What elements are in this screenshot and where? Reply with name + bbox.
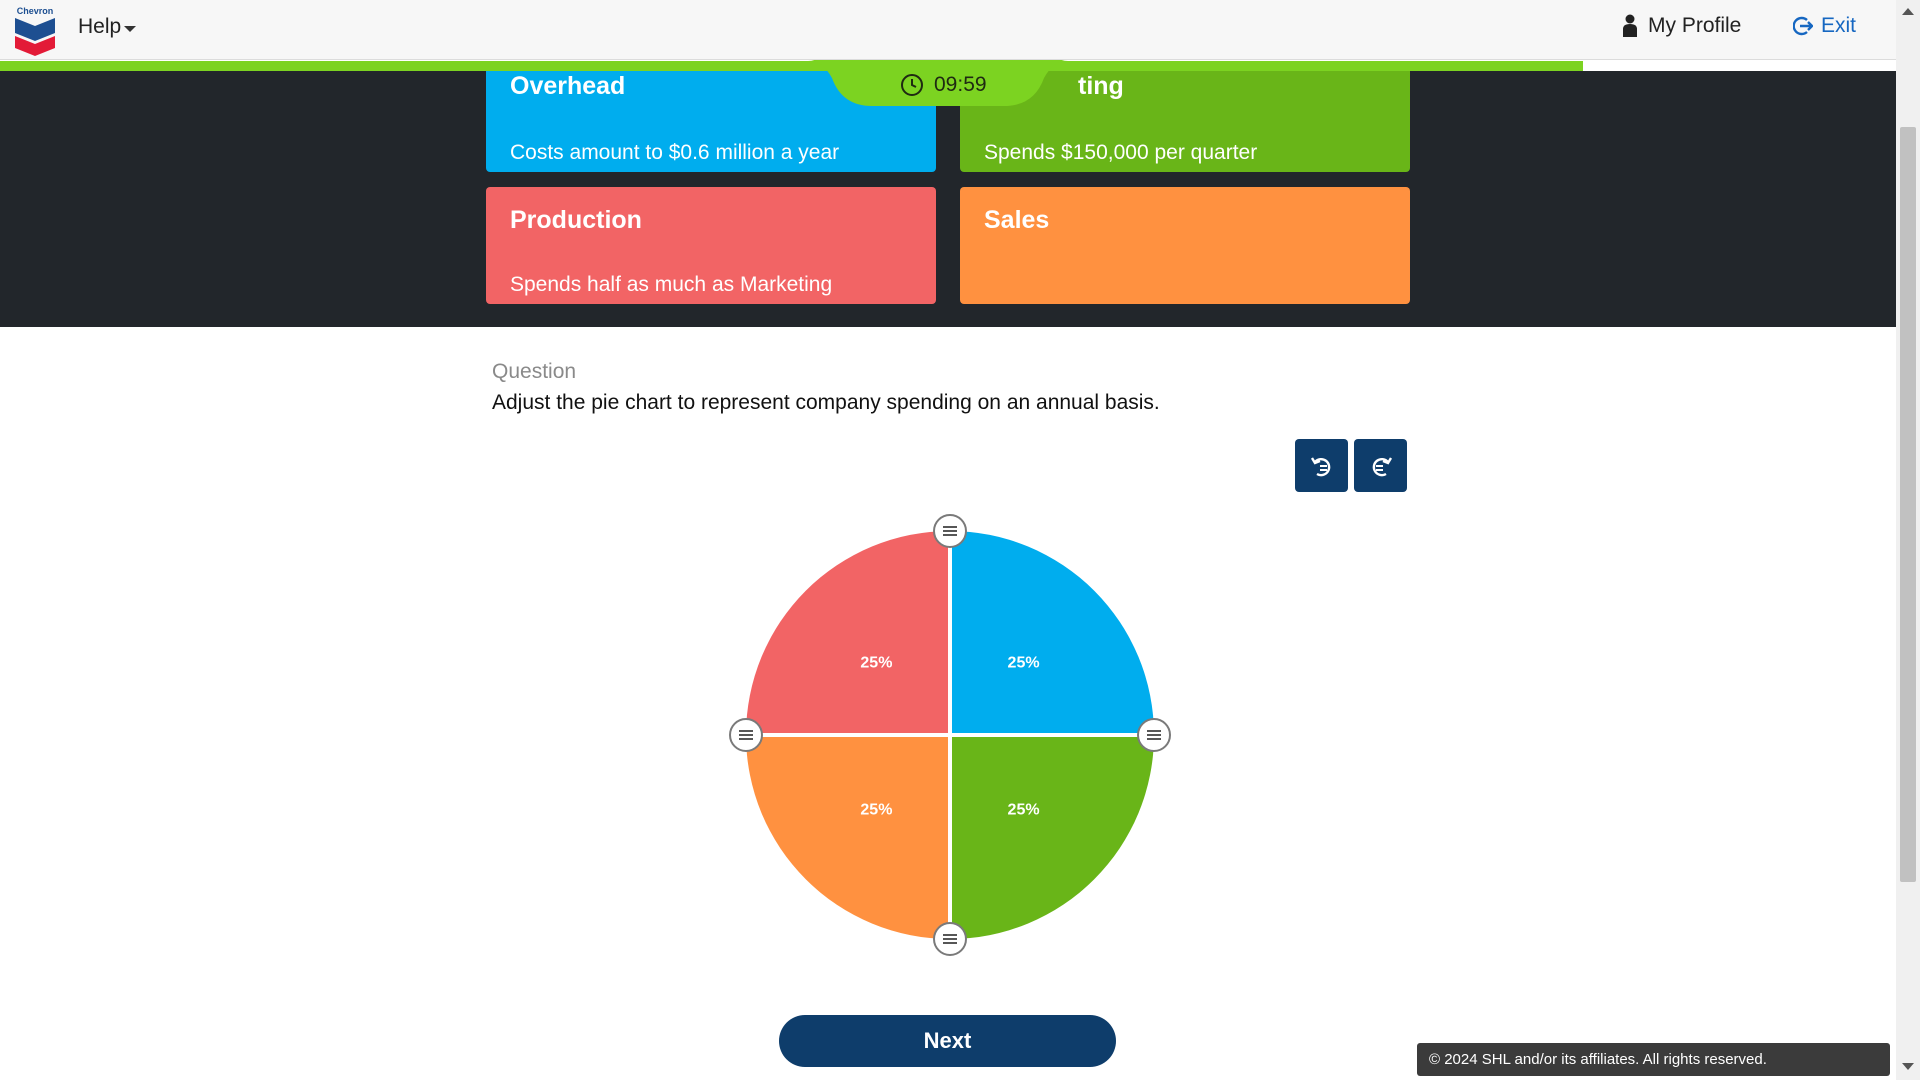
undo-icon: [1310, 456, 1330, 476]
exit-link[interactable]: Exit: [1793, 14, 1856, 38]
my-profile-label: My Profile: [1648, 14, 1742, 37]
card-overhead-desc: Costs amount to $0.6 million a year: [510, 141, 840, 164]
pie-drag-handle[interactable]: [1137, 718, 1171, 752]
exit-icon: [1793, 16, 1813, 36]
pie-slice-sales[interactable]: [746, 735, 950, 939]
pie-slice-production[interactable]: [746, 531, 950, 735]
copyright-notice: © 2024 SHL and/or its affiliates. All ri…: [1417, 1043, 1890, 1076]
pie-slice-marketing[interactable]: [950, 735, 1154, 939]
scroll-up-arrow-icon[interactable]: [1902, 8, 1914, 15]
card-production-title: Production: [510, 206, 642, 234]
exit-label: Exit: [1821, 14, 1857, 37]
pie-slice-label: 25%: [1008, 802, 1040, 819]
redo-icon: [1372, 456, 1392, 476]
chevron-logo: Chevron: [13, 6, 57, 56]
person-icon: [1623, 14, 1637, 37]
pie-chart[interactable]: 25% 25% 25% 25%: [720, 505, 1180, 965]
card-marketing-desc: Spends $150,000 per quarter: [984, 141, 1258, 164]
pie-drag-handle[interactable]: [933, 922, 967, 956]
timer: 09:59: [808, 60, 1068, 106]
pie-slice-label: 25%: [1008, 654, 1040, 671]
scrollbar[interactable]: [1896, 0, 1920, 1080]
help-label: Help: [78, 15, 122, 38]
app-root: Chevron Help My Profile Exit Overhead Co…: [0, 0, 1920, 1080]
top-bar: Chevron Help My Profile Exit: [0, 0, 1896, 60]
timer-value: 09:59: [934, 73, 987, 96]
card-sales: Sales: [960, 187, 1410, 304]
pie-drag-handle[interactable]: [933, 514, 967, 548]
logo-text: Chevron: [16, 6, 54, 16]
redo-button[interactable]: [1354, 439, 1407, 492]
card-production-desc: Spends half as much as Marketing: [510, 273, 833, 296]
card-production: Production Spends half as much as Market…: [486, 187, 936, 304]
scroll-thumb[interactable]: [1900, 127, 1916, 882]
scroll-down-arrow-icon[interactable]: [1902, 1063, 1914, 1070]
clock-icon: [901, 74, 923, 96]
pie-slice-overhead[interactable]: [950, 531, 1154, 735]
card-marketing-title: ting: [1078, 72, 1124, 100]
timer-display: 09:59: [900, 73, 987, 97]
pie-drag-handle[interactable]: [729, 718, 763, 752]
scenario-banner: [0, 71, 1896, 327]
pie-slice-label: 25%: [860, 802, 892, 819]
question-label: Question: [492, 360, 577, 383]
undo-button[interactable]: [1295, 439, 1348, 492]
pie-slice-label: 25%: [860, 654, 892, 671]
next-button[interactable]: Next: [779, 1015, 1116, 1067]
progress-fill: [0, 61, 1584, 71]
card-overhead-title: Overhead: [510, 72, 626, 100]
chevron-logo-icon: [15, 18, 55, 56]
my-profile-link[interactable]: My Profile: [1622, 14, 1741, 38]
question-text: Adjust the pie chart to represent compan…: [492, 391, 1160, 414]
card-sales-title: Sales: [984, 206, 1050, 234]
caret-down-icon: [124, 25, 137, 32]
help-menu[interactable]: Help: [78, 15, 137, 39]
